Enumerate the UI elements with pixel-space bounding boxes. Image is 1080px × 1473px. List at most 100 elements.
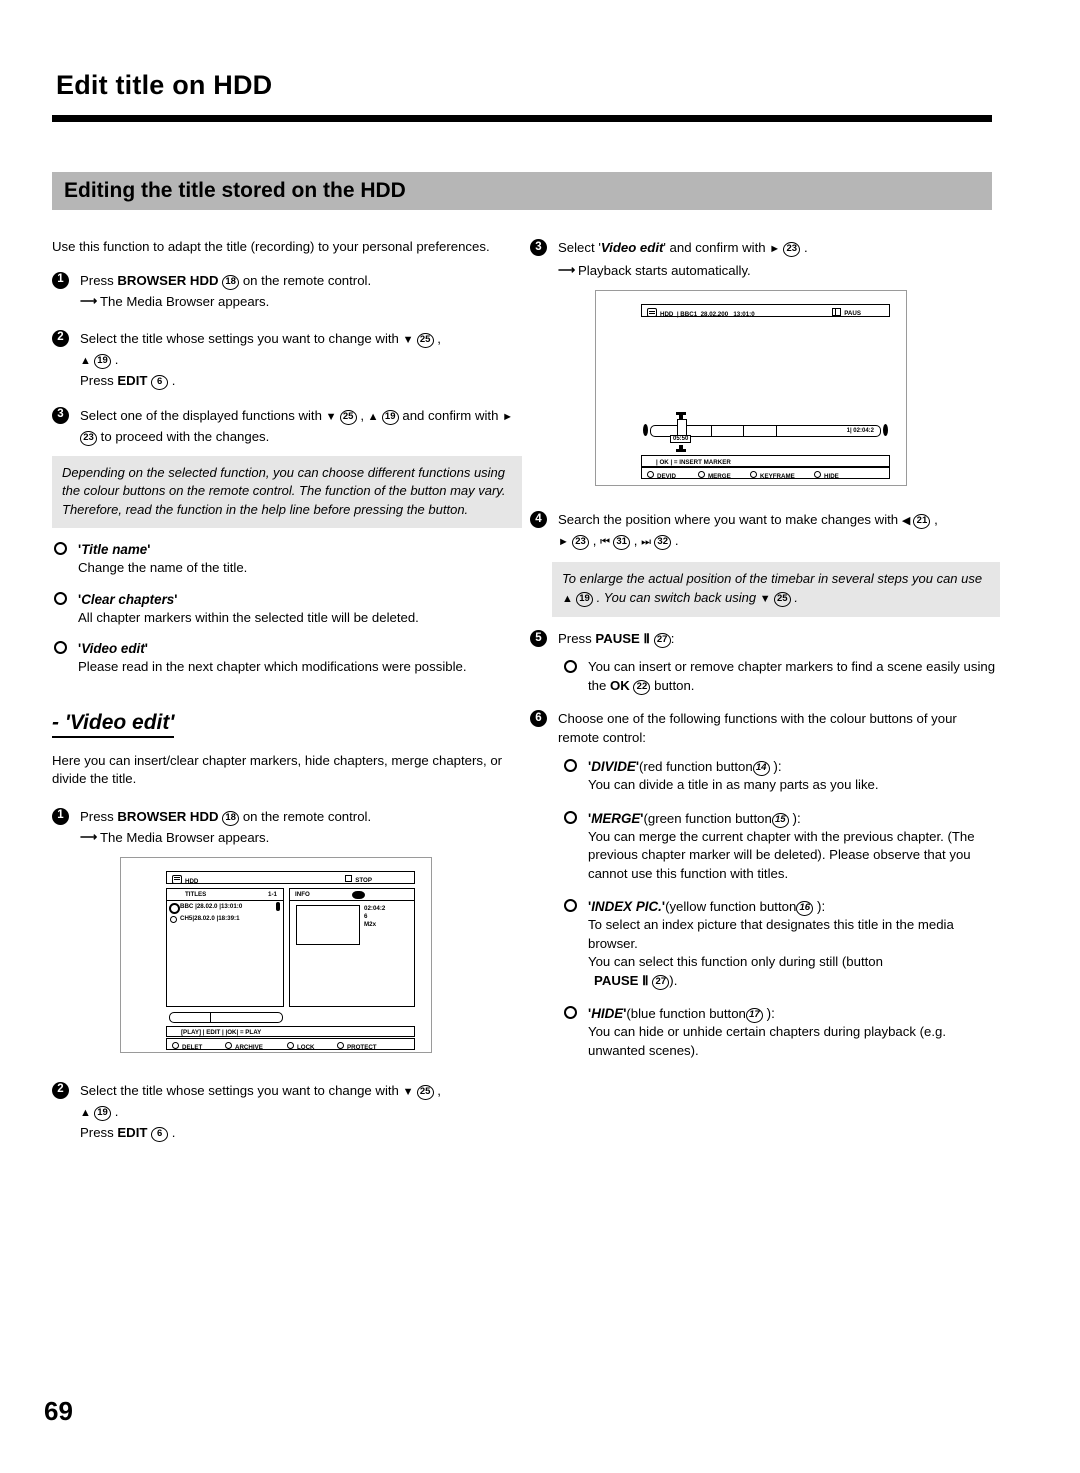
ve-colour-btn-merge-label: MERGE (708, 473, 731, 480)
mb-row2-channel: CH5 (180, 915, 193, 922)
pause-bullet-text-a: You can insert or remove chapter markers… (588, 659, 996, 693)
fn-colour-text: (yellow function button (665, 899, 797, 914)
ve-colour-button-bar: DEVID MERGE KEYFRAME HIDE (641, 467, 890, 480)
mb-titles-header: TITLES (185, 890, 207, 898)
mb-colour-btn-lock[interactable]: LOCK (287, 1041, 315, 1051)
mb-colour-btn-protect-label: PROTECT (347, 1043, 377, 1051)
ve-colour-btn-divide-label: DEVID (657, 473, 676, 480)
step-text: Search the position where you want to ma… (558, 512, 899, 527)
down-arrow-icon: ▼ (325, 410, 337, 423)
ve-colour-btn-divide[interactable]: DEVID (647, 471, 676, 480)
step-result: ⟶ Playback starts automatically. (558, 261, 1000, 280)
note-box: Depending on the selected function, you … (52, 455, 522, 528)
radio-icon (172, 1041, 179, 1049)
mb-status-bar: HDD STOP (166, 870, 415, 885)
step-number: 2 (52, 329, 69, 347)
bullet-desc: Change the name of the title. (78, 560, 248, 575)
ve-status-source: HDD (660, 311, 674, 318)
step-number: 6 (530, 710, 547, 727)
bullet-desc: Please read in the next chapter which mo… (78, 659, 467, 674)
mb-title-row-1[interactable]: BBC |28.02.0 |13:01:0 (169, 901, 281, 914)
ve-timebar[interactable]: 1| 02:04:2 05:50 (643, 412, 888, 452)
mb-colour-btn-lock-label: LOCK (297, 1043, 315, 1051)
key-ref: 25 (339, 409, 357, 425)
radio-icon (337, 1041, 344, 1049)
step-text: Select one of the displayed functions wi… (80, 407, 322, 423)
key-ref: 14 (752, 761, 770, 776)
key-ref: 6 (151, 374, 169, 390)
key-ref: 23 (80, 430, 97, 446)
mb-info-thumbnail (296, 904, 360, 945)
step-result-text: The Media Browser appears. (100, 293, 270, 309)
fn-colour-text: (green function button (643, 810, 772, 826)
timebar-right-cap-icon (883, 424, 888, 436)
radio-icon (647, 471, 654, 478)
key-ref: 17 (745, 1008, 763, 1023)
mb-colour-btn-delete[interactable]: DELET (172, 1041, 202, 1051)
ve-colour-btn-hide[interactable]: HIDE (814, 471, 839, 480)
bullet-icon (564, 1006, 577, 1019)
mb-info-duration: 02:04:2 (364, 904, 386, 912)
key-ref: 25 (773, 591, 791, 607)
radio-icon (814, 471, 821, 478)
title-rule (52, 115, 992, 122)
step-number: 2 (52, 1081, 69, 1099)
key-label: EDIT (117, 1124, 148, 1140)
key-label: PAUSE Ⅱ (595, 631, 651, 646)
up-arrow-icon: ▲ (562, 592, 573, 605)
selected-radio-icon (169, 902, 180, 914)
r-step-6: 6 Choose one of the following functions … (530, 709, 1000, 1060)
ve-colour-btn-merge[interactable]: MERGE (698, 471, 731, 480)
r-note-box: To enlarge the actual position of the ti… (552, 562, 1000, 617)
subsection-heading: - 'Video edit' (52, 711, 175, 738)
r-step-5: 5 Press PAUSE Ⅱ 27: You can insert or re… (530, 629, 1000, 695)
r-step-3: 3 Select 'Video edit' and confirm with ►… (530, 238, 1000, 280)
mb-row2-time: 18:39:1 (218, 915, 240, 922)
mb-help-text: [PLAY] | EDIT | |OK| = PLAY (181, 1029, 262, 1036)
mb-colour-btn-protect[interactable]: PROTECT (337, 1041, 377, 1051)
section-heading-band: Editing the title stored on the HDD (52, 172, 992, 210)
radio-icon (750, 471, 757, 478)
up-arrow-icon: ▲ (80, 1106, 91, 1119)
scrollbar-thumb[interactable] (210, 1011, 211, 1023)
step-text: Choose one of the following functions wi… (558, 711, 957, 745)
unselected-radio-icon (170, 915, 177, 923)
key-label: PAUSE Ⅱ (594, 972, 649, 988)
section-heading: Editing the title stored on the HDD (64, 179, 406, 202)
mb-colour-button-bar: DELET ARCHIVE LOCK PROTECT (166, 1037, 415, 1051)
key-ref: 31 (613, 535, 631, 550)
fn-desc: To select an index picture that designat… (588, 917, 954, 951)
key-ref: 27 (652, 974, 670, 990)
r-note-c: . (794, 589, 798, 605)
right-arrow-icon: ► (769, 243, 780, 255)
step-result-text: Playback starts automatically. (578, 263, 751, 278)
bullet-icon (54, 591, 67, 605)
bullet-icon (54, 542, 67, 555)
arrow-icon: ⟶ (80, 829, 98, 844)
mb-scrollbar[interactable] (169, 1011, 283, 1023)
step-text: Select the title whose settings you want… (80, 330, 399, 346)
ve-colour-btn-keyframe[interactable]: KEYFRAME (750, 471, 795, 480)
fn-desc: You can hide or unhide certain chapters … (588, 1024, 947, 1058)
bullet-heading: Title name (81, 542, 148, 557)
ve-status-time: 13:01:0 (733, 311, 755, 318)
bullet-icon (54, 641, 67, 654)
fn-desc: You can divide a title in as many parts … (588, 777, 879, 792)
function-bullet-title-name: 'Title name' Change the name of the titl… (52, 540, 522, 578)
mb-row1-channel: BBC (180, 903, 194, 910)
mb-titles-panel[interactable]: TITLES 1-1 BBC |28.02.0 |13:01:0 CH5|28.… (166, 887, 284, 1007)
mb-title-row-2[interactable]: CH5|28.02.0 |18:39:1 (169, 914, 281, 924)
key-ref: 19 (381, 409, 399, 425)
radio-icon (225, 1041, 232, 1049)
key-ref: 19 (94, 1105, 112, 1121)
key-ref: 19 (576, 591, 594, 607)
step-text-mid: and confirm with (402, 407, 499, 423)
stop-icon (345, 874, 353, 882)
mb-status-state: STOP (355, 876, 372, 884)
right-arrow-icon: ► (558, 536, 569, 548)
scroll-marker-icon (276, 901, 280, 911)
fn-bullet-divide: 'DIVIDE'(red function button 14 ): You ca… (562, 757, 1000, 795)
mb-colour-btn-archive[interactable]: ARCHIVE (225, 1041, 263, 1051)
pause-bullet-text-b: button. (654, 677, 695, 693)
prev-track-icon: ⏮ (600, 536, 610, 548)
